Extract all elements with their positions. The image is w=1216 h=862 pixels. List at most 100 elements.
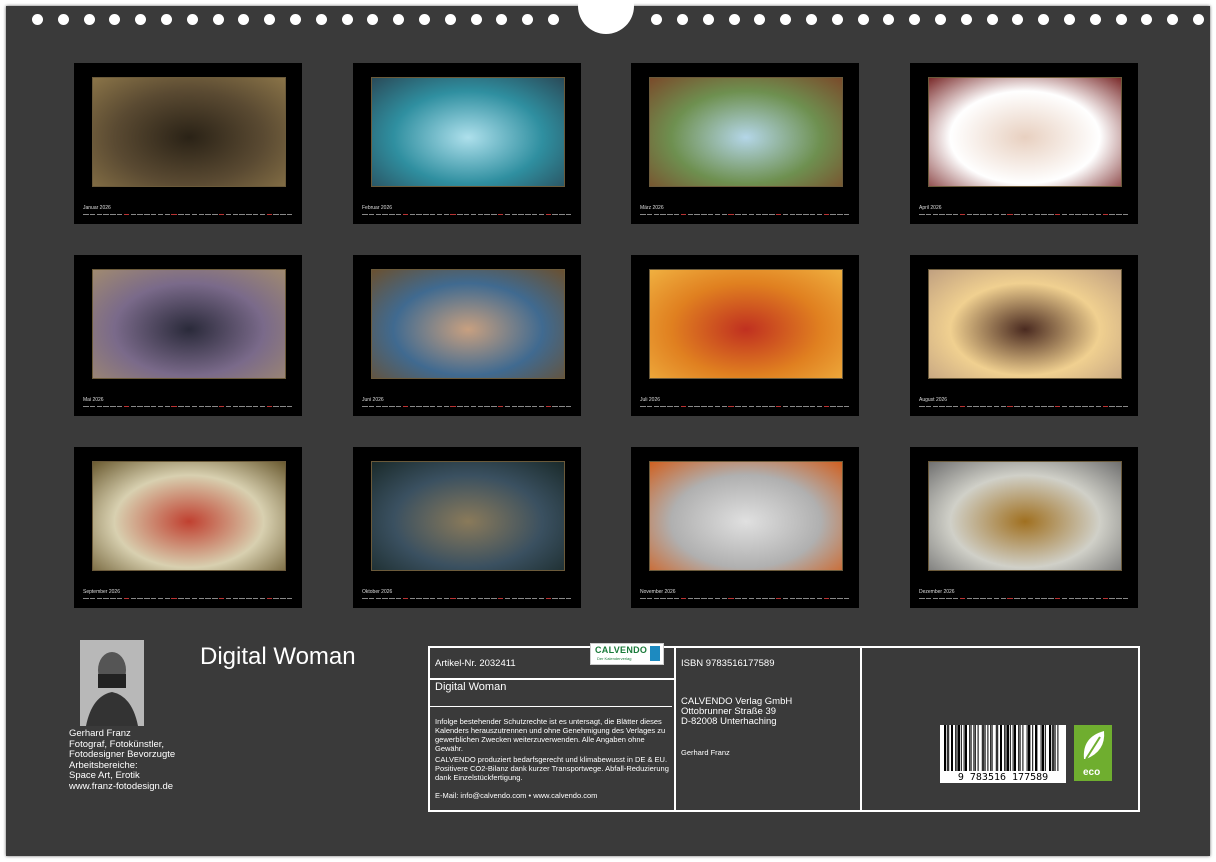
binding-hole: [135, 14, 147, 25]
month-tile: Februar 2026: [353, 63, 581, 224]
binding-hole: [1064, 14, 1075, 25]
binding-hole: [1193, 14, 1204, 25]
author-bio-line: Space Art, Erotik: [69, 770, 140, 781]
month-photo: [92, 461, 286, 571]
binding-hole: [109, 14, 121, 25]
binding-hole: [367, 14, 379, 25]
month-photo: [371, 461, 565, 571]
author-website: www.franz-fotodesign.de: [69, 780, 174, 792]
month-photo: [649, 77, 843, 187]
logo-text: CALVENDO: [595, 645, 648, 655]
info-author: Gerhard Franz: [681, 748, 730, 757]
month-photo: [928, 77, 1122, 187]
month-name: Februar 2026: [362, 205, 393, 211]
binding-hole: [315, 14, 327, 25]
month-tile: August 2026: [910, 255, 1138, 416]
barcode-digits: 9 783516 177589: [957, 772, 1049, 783]
month-photo: [928, 461, 1122, 571]
binding-hole: [548, 14, 559, 25]
copyright-notice: Infolge bestehender Schutzrechte ist es …: [435, 717, 666, 753]
binding-hole: [57, 14, 69, 25]
binding-hole: [186, 14, 198, 25]
month-tile: September 2026: [74, 447, 302, 608]
month-tile: November 2026: [631, 447, 859, 608]
binding-hole: [754, 14, 766, 25]
divider: [428, 706, 672, 707]
binding-hole: [883, 14, 895, 25]
binding-hole: [960, 14, 972, 25]
binding-hole: [212, 14, 224, 25]
author-info: Gerhard Franz Fotograf, Fotokünstler, Fo…: [69, 728, 176, 792]
binding-hole: [909, 14, 921, 25]
logo-flag-icon: [650, 646, 660, 661]
month-name: November 2026: [640, 589, 676, 595]
day-strip: [919, 404, 1131, 412]
eco-notice: CALVENDO produziert bedarfsgerecht und k…: [435, 755, 669, 782]
publisher-line: D-82008 Unterhaching: [681, 716, 777, 727]
publisher-address: CALVENDO Verlag GmbH Ottobrunner Straße …: [681, 697, 792, 727]
month-name: Januar 2026: [83, 205, 111, 211]
contact-line: E-Mail: info@calvendo.com • www.calvendo…: [435, 791, 598, 800]
day-strip: [640, 404, 852, 412]
binding-hole: [1115, 14, 1127, 25]
calendar-title: Digital Woman: [200, 643, 356, 670]
month-name: Juni 2026: [362, 397, 384, 403]
calvendo-logo: CALVENDO Der Kalenderverlag: [590, 643, 664, 665]
binding-hole: [1089, 14, 1101, 25]
binding-hole: [986, 14, 998, 25]
binding-hole: [780, 14, 792, 25]
binding-hole: [522, 14, 534, 25]
day-strip: [919, 596, 1131, 604]
day-strip: [83, 596, 295, 604]
month-photo: [371, 269, 565, 379]
binding-hole: [1141, 14, 1153, 25]
day-strip: [362, 212, 574, 220]
leaf-icon: [1083, 731, 1105, 760]
month-tile: März 2026: [631, 63, 859, 224]
binding-hole: [290, 14, 301, 25]
day-strip: [83, 212, 295, 220]
month-name: Dezember 2026: [919, 589, 955, 595]
month-name: April 2026: [919, 205, 942, 211]
month-tile: Januar 2026: [74, 63, 302, 224]
month-tile: April 2026: [910, 63, 1138, 224]
day-strip: [83, 404, 295, 412]
binding-hole: [728, 14, 740, 25]
barcode: 9 783516 177589: [940, 725, 1066, 783]
month-name: März 2026: [640, 205, 664, 211]
month-name: August 2026: [919, 397, 948, 403]
binding-hole: [1167, 14, 1179, 25]
month-tile: Mai 2026: [74, 255, 302, 416]
month-tile: Juni 2026: [353, 255, 581, 416]
binding-hole: [32, 14, 43, 25]
binding-hole: [83, 14, 95, 25]
binding-hole: [651, 14, 663, 25]
eco-label: eco: [1083, 767, 1101, 778]
month-tile: Juli 2026: [631, 255, 859, 416]
binding-hole: [393, 14, 405, 25]
logo-subtext: Der Kalenderverlag: [597, 656, 632, 661]
binding-hole: [470, 14, 482, 25]
month-name: Mai 2026: [83, 397, 104, 403]
binding-hole: [831, 14, 843, 25]
author-name: Gerhard Franz: [69, 728, 131, 739]
binding-hole: [341, 14, 353, 25]
binding-hole: [935, 14, 946, 25]
binding-hole: [1012, 14, 1024, 25]
month-name: Oktober 2026: [362, 589, 393, 595]
day-strip: [640, 212, 852, 220]
day-strip: [362, 404, 574, 412]
binding-hole: [161, 14, 172, 25]
month-photo: [92, 269, 286, 379]
binding-hole: [806, 14, 817, 25]
binding-hole: [702, 14, 714, 25]
month-tile: Dezember 2026: [910, 447, 1138, 608]
month-photo: [649, 269, 843, 379]
day-strip: [362, 596, 574, 604]
month-photo: [928, 269, 1122, 379]
day-strip: [640, 596, 852, 604]
month-photo: [92, 77, 286, 187]
month-name: September 2026: [83, 589, 120, 595]
author-bio-line: Fotodesigner Bevorzugte: [69, 749, 176, 760]
month-tile: Oktober 2026: [353, 447, 581, 608]
